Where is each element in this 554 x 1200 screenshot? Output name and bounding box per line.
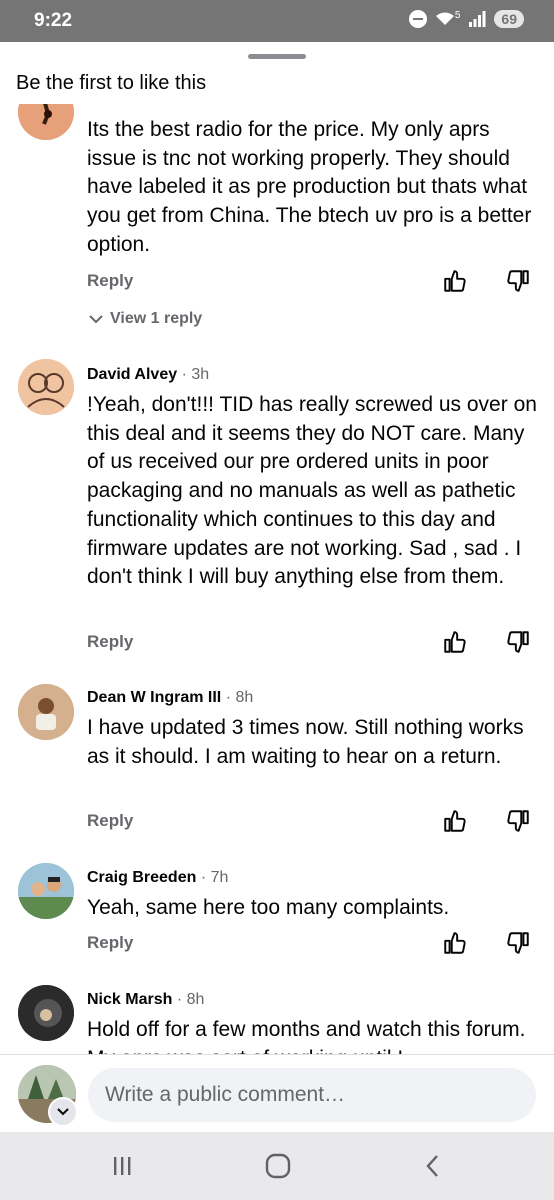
comment-author[interactable]: David Alvey · 3h — [87, 366, 209, 384]
do-not-disturb-icon — [408, 10, 427, 28]
comment-time: · 8h — [225, 689, 254, 706]
chevron-down-icon — [57, 1108, 69, 1116]
comment-author[interactable]: Nick Marsh · 8h — [87, 991, 204, 1009]
thumbs-up-icon[interactable] — [442, 268, 468, 294]
author-name[interactable]: Dean W Ingram III — [87, 689, 221, 706]
comment-text: Yeah, same here too many complaints. — [87, 896, 450, 919]
signal-icon — [469, 11, 486, 27]
status-time: 9:22 — [34, 10, 73, 31]
recents-icon[interactable] — [107, 1152, 137, 1180]
comment-text: Hold off for a few months and watch this… — [87, 1018, 526, 1056]
back-icon[interactable] — [419, 1152, 449, 1180]
view-replies-button[interactable]: View 1 reply — [88, 310, 202, 328]
reply-button[interactable]: Reply — [87, 271, 133, 291]
thumbs-down-icon[interactable] — [505, 808, 531, 834]
reply-button[interactable]: Reply — [87, 811, 133, 831]
thumbs-up-icon[interactable] — [442, 930, 468, 956]
author-name[interactable]: Nick Marsh — [87, 991, 172, 1008]
avatar[interactable] — [18, 684, 74, 740]
comment-time: · 3h — [181, 366, 210, 383]
system-nav-bar — [0, 1132, 554, 1200]
reactions-summary[interactable]: Be the first to like this — [16, 72, 206, 95]
comment-input[interactable]: Write a public comment… — [88, 1068, 536, 1122]
comment-author[interactable]: Craig Breeden · 7h — [87, 869, 228, 887]
avatar[interactable] — [18, 104, 74, 140]
wifi-icon — [435, 12, 454, 25]
comment-composer: Write a public comment… — [0, 1054, 554, 1132]
comment-time-value: 8h — [186, 991, 205, 1008]
thumbs-up-icon[interactable] — [442, 629, 468, 655]
reply-button[interactable]: Reply — [87, 632, 133, 652]
thumbs-down-icon[interactable] — [505, 930, 531, 956]
avatar[interactable] — [18, 863, 74, 919]
thumbs-down-icon[interactable] — [505, 268, 531, 294]
reply-button[interactable]: Reply — [87, 933, 133, 953]
signal-label: 5 — [454, 9, 461, 21]
view-replies-label: View 1 reply — [110, 310, 203, 327]
comments-sheet: Be the first to like this Its the best r… — [0, 42, 554, 1132]
home-icon[interactable] — [263, 1152, 293, 1180]
avatar[interactable] — [18, 985, 74, 1041]
comment-author[interactable]: Dean W Ingram III · 8h — [87, 689, 253, 707]
thumbs-up-icon[interactable] — [442, 808, 468, 834]
comment-time-value: 8h — [235, 689, 254, 706]
status-bar: 9:22 5 69 — [0, 0, 554, 42]
comment-time: · 7h — [200, 869, 229, 886]
battery-level: 69 — [501, 11, 517, 27]
author-name[interactable]: David Alvey — [87, 366, 177, 383]
comment-time-value: 7h — [210, 869, 229, 886]
comment-text: !Yeah, don't!!! TID has really screwed u… — [87, 393, 537, 589]
comment-list[interactable]: Its the best radio for the price. My onl… — [0, 104, 554, 1056]
status-icons: 5 69 — [408, 9, 524, 28]
author-name[interactable]: Craig Breeden — [87, 869, 196, 886]
sheet-drag-handle[interactable] — [248, 54, 306, 59]
comment-text: Its the best radio for the price. My onl… — [87, 118, 532, 256]
comment-time-value: 3h — [191, 366, 210, 383]
battery-indicator: 69 — [494, 10, 524, 28]
thumbs-down-icon[interactable] — [505, 629, 531, 655]
profile-switcher-button[interactable] — [48, 1097, 78, 1127]
comment-text: I have updated 3 times now. Still nothin… — [87, 716, 524, 768]
chevron-down-icon — [89, 315, 103, 324]
avatar[interactable] — [18, 359, 74, 415]
comment-time: · 8h — [176, 991, 205, 1008]
